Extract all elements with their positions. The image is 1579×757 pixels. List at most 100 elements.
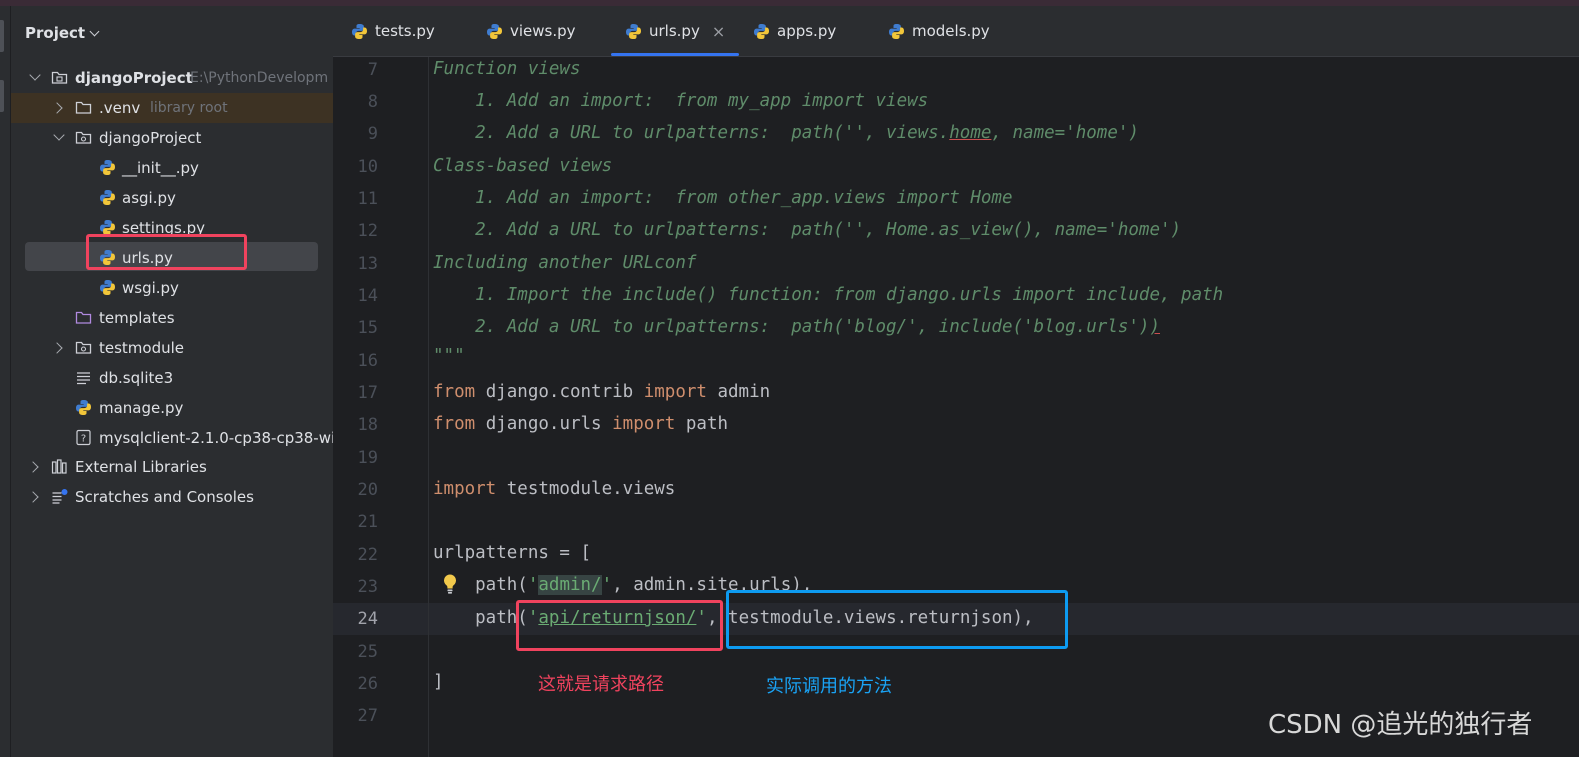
tab-label: tests.py <box>375 22 435 40</box>
annotation-box-request-path <box>516 600 723 651</box>
tree-item-label: mysqlclient-2.1.0-cp38-cp38-win <box>99 429 333 447</box>
line-number: 10 <box>357 157 378 177</box>
code-line: 1. Add an import: from other_app.views i… <box>433 188 1013 208</box>
line-number: 22 <box>357 545 378 565</box>
line-number: 9 <box>367 124 378 144</box>
code-line: 1. Import the include() function: from d… <box>433 285 1224 305</box>
tree-item-djangoproject-root[interactable]: djangoProject E:\PythonDevelopm <box>11 63 333 93</box>
code-line: """ <box>433 346 465 366</box>
code-fragment: testmodule.views <box>496 479 676 499</box>
chevron-right-icon[interactable] <box>51 102 63 114</box>
python-file-icon <box>100 160 115 175</box>
string-literal: ' <box>601 575 613 595</box>
tab-views-py[interactable]: views.py <box>486 6 576 56</box>
chevron-right-icon[interactable] <box>27 491 39 503</box>
code-fragment: django.contrib <box>475 382 644 402</box>
chevron-down-icon <box>89 26 100 37</box>
code-line: from django.contrib import admin <box>433 382 770 402</box>
code-line: 1. Add an import: from my_app import vie… <box>433 91 929 111</box>
tab-tests-py[interactable]: tests.py <box>351 6 435 56</box>
templates-folder-icon <box>75 311 92 324</box>
line-number: 21 <box>357 512 378 532</box>
watermark: CSDN @追光的独行者 <box>1268 710 1533 740</box>
tab-apps-py[interactable]: apps.py <box>753 6 836 56</box>
tab-label: urls.py <box>649 22 700 40</box>
package-folder-icon <box>75 341 92 354</box>
python-file-icon <box>100 190 115 205</box>
chevron-right-icon[interactable] <box>27 461 39 473</box>
tree-item-db-sqlite3[interactable]: db.sqlite3 <box>11 363 333 393</box>
structure-tool-button[interactable] <box>0 80 4 112</box>
tree-item-testmodule[interactable]: testmodule <box>11 333 333 363</box>
tree-item-label: .venv <box>99 99 141 117</box>
line-number: 20 <box>357 480 378 500</box>
tree-item-djangoproject-package[interactable]: djangoProject <box>11 123 333 153</box>
code-line: 2. Add a URL to urlpatterns: path('blog/… <box>433 317 1160 337</box>
line-number: 26 <box>357 674 378 694</box>
tool-window-strip <box>0 6 11 757</box>
keyword: from <box>433 414 476 434</box>
string-literal: admin/ <box>538 575 602 595</box>
code-line: 2. Add a URL to urlpatterns: path('', vi… <box>433 123 1139 143</box>
line-number: 15 <box>357 318 378 338</box>
project-panel-title[interactable]: Project <box>25 24 100 42</box>
tree-item-asgi-py[interactable]: asgi.py <box>11 183 333 213</box>
tab-label: apps.py <box>777 22 837 40</box>
text-file-icon <box>77 372 90 385</box>
code-fragment: admin <box>706 382 771 402</box>
module-folder-icon <box>51 71 68 84</box>
annotation-note-called-method: 实际调用的方法 <box>766 676 892 697</box>
tree-item-init-py[interactable]: __init__.py <box>11 153 333 183</box>
svg-text:?: ? <box>81 434 86 445</box>
tree-item-label: asgi.py <box>122 189 176 207</box>
line-number: 23 <box>357 577 378 597</box>
close-icon[interactable]: × <box>712 22 725 41</box>
tree-item-label: External Libraries <box>75 458 207 476</box>
tree-item-manage-py[interactable]: manage.py <box>11 393 333 423</box>
keyword: import <box>433 479 497 499</box>
line-number: 25 <box>357 642 378 662</box>
python-file-icon <box>754 23 769 39</box>
project-tool-button[interactable] <box>0 20 4 52</box>
tree-item-external-libraries[interactable]: External Libraries <box>11 452 333 482</box>
tree-item-label: manage.py <box>99 399 184 417</box>
python-file-icon <box>352 23 367 39</box>
tree-item-label: testmodule <box>99 339 185 357</box>
chevron-right-icon[interactable] <box>51 342 63 354</box>
keyword: import <box>643 382 707 402</box>
tab-urls-py[interactable]: urls.py × <box>610 6 740 56</box>
line-number: 19 <box>357 448 378 468</box>
tree-item-templates[interactable]: templates <box>11 303 333 333</box>
code-fragment: 2. Add a URL to urlpatterns: path('blog/… <box>433 317 1150 337</box>
code-line: Including another URLconf <box>433 253 697 273</box>
tab-label: models.py <box>912 22 990 40</box>
tree-item-mysqlclient-whl[interactable]: ? mysqlclient-2.1.0-cp38-cp38-win <box>11 423 333 453</box>
bulb-icon[interactable] <box>441 573 459 595</box>
line-number: 14 <box>357 286 378 306</box>
chevron-down-icon[interactable] <box>53 129 65 141</box>
tree-item-label: templates <box>99 309 175 327</box>
annotation-box-urls-py <box>86 234 247 270</box>
chevron-down-icon[interactable] <box>29 69 41 81</box>
tree-item-label: djangoProject <box>75 69 193 87</box>
code-editor[interactable]: 7 8 9 10 11 12 13 14 15 16 17 18 19 20 2… <box>333 57 1579 757</box>
python-file-icon <box>889 23 904 39</box>
tree-item-venv[interactable]: .venv library root <box>11 93 333 123</box>
tree-item-label: wsgi.py <box>122 279 179 297</box>
code-fragment: path <box>675 414 729 434</box>
keyword: import <box>612 414 676 434</box>
code-fragment: , name='home') <box>991 123 1139 143</box>
line-number: 18 <box>357 415 378 435</box>
editor-tab-bar: tests.py views.py urls.py × apps.py mode… <box>333 6 1579 57</box>
tree-item-scratches-consoles[interactable]: Scratches and Consoles <box>11 482 333 512</box>
tree-item-hint: library root <box>150 100 228 116</box>
tree-item-path-hint: E:\PythonDevelopm <box>190 70 329 86</box>
scratches-icon <box>52 489 68 504</box>
tab-models-py[interactable]: models.py <box>888 6 990 56</box>
libraries-icon <box>51 459 67 474</box>
line-number: 27 <box>357 706 378 726</box>
tree-item-wsgi-py[interactable]: wsgi.py <box>11 273 333 303</box>
gutter-divider <box>428 57 429 757</box>
line-number: 11 <box>357 189 378 209</box>
line-number: 8 <box>367 92 378 112</box>
